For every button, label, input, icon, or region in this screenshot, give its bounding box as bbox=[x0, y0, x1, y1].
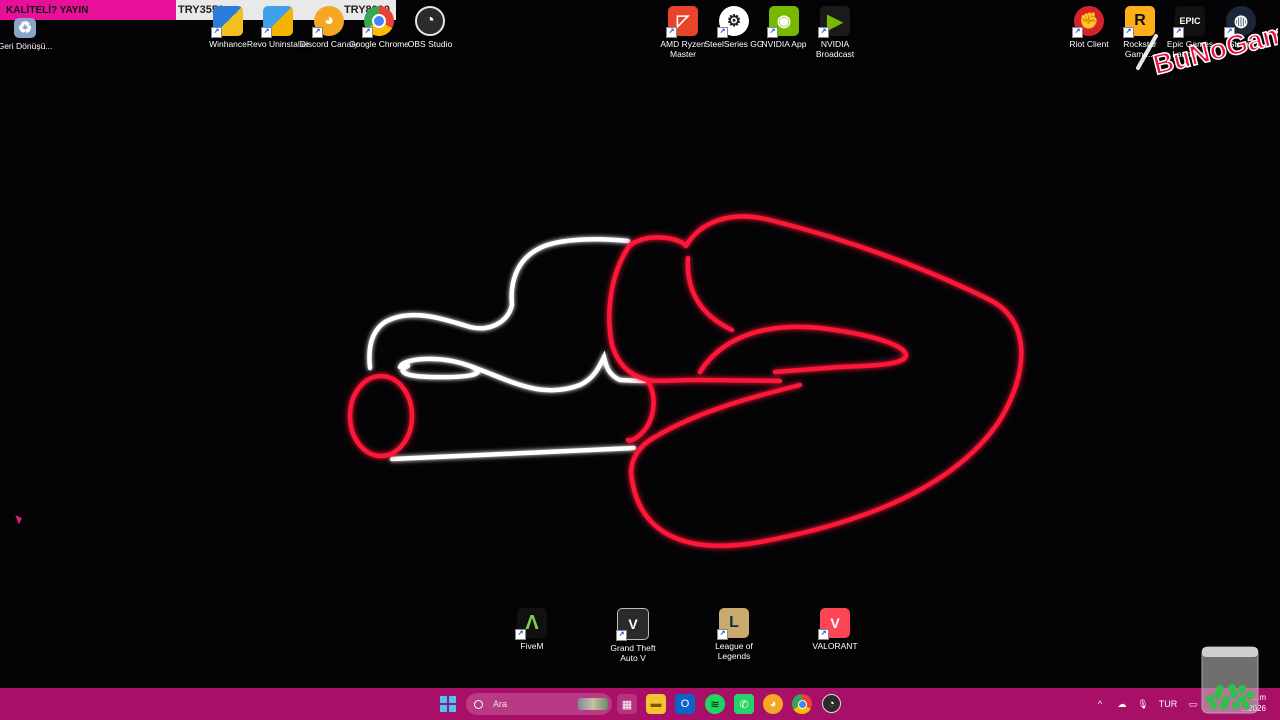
valorant-icon: V ↗ bbox=[818, 608, 850, 640]
desktop-icon-label: Geri Dönüşü... bbox=[0, 41, 53, 51]
tray-overflow-chevron-icon[interactable]: ^ bbox=[1094, 688, 1106, 720]
desktop-icon-label: NVIDIA App bbox=[761, 39, 807, 49]
amd-ryzen-master-icon: ◸ ↗ bbox=[666, 6, 698, 38]
red-neon-lines bbox=[347, 214, 1024, 548]
riot-client-icon: ✊ ↗ bbox=[1072, 6, 1104, 38]
discord-icon[interactable]: ◕ bbox=[763, 694, 783, 714]
desktop[interactable]: KALİTELİ? YAYIN TRY3550 TRY8000 ♻ Geri D… bbox=[0, 0, 1280, 688]
taskbar-search-box[interactable]: Ara bbox=[466, 693, 612, 715]
discord-canary-icon: ◕ ↗ bbox=[312, 6, 344, 38]
desktop-icon-label: OBS Studio bbox=[407, 39, 453, 49]
taskbar: Ara ▦ ▬ O ≋ ✆ ◕ ◔ ^ ☁ 🎙 TUR ▭ ...m ...20… bbox=[0, 688, 1280, 720]
nvidia-app-icon: ◉ ↗ bbox=[767, 6, 799, 38]
folder-icon[interactable]: ▬ bbox=[646, 694, 666, 714]
task-view-icon[interactable]: ▦ bbox=[617, 694, 637, 714]
nvidia-broadcast-icon: ▶ ↗ bbox=[818, 6, 850, 38]
league-of-legends-icon: L ↗ bbox=[717, 608, 749, 640]
spotify-icon[interactable]: ≋ bbox=[705, 694, 725, 714]
language-indicator[interactable]: TUR bbox=[1156, 688, 1180, 720]
desktop-icon-fivem[interactable]: Λ ↗ FiveM bbox=[500, 608, 564, 651]
donation-label: KALİTELİ? YAYIN bbox=[6, 4, 89, 16]
desktop-icon-label: Grand Theft Auto V bbox=[610, 643, 656, 663]
windows-start-icon[interactable] bbox=[438, 694, 458, 714]
desktop-icon-valorant[interactable]: V ↗ VALORANT bbox=[803, 608, 867, 651]
obs-icon: ◔ bbox=[415, 6, 445, 36]
watermark-text: BuNoGam bbox=[1150, 17, 1278, 76]
recycle-bin-icon: ♻ bbox=[14, 18, 36, 38]
revo-uninstaller-icon: ↗ bbox=[261, 6, 293, 38]
desktop-icon-label: Riot Client bbox=[1069, 39, 1109, 49]
desktop-icon-label: League of Legends bbox=[715, 641, 753, 661]
search-placeholder: Ara bbox=[493, 699, 508, 709]
chrome-taskbar-icon[interactable] bbox=[792, 694, 812, 714]
whatsapp-icon[interactable]: ✆ bbox=[734, 694, 754, 714]
desktop-icon-label: NVIDIA Broadcast bbox=[815, 39, 855, 59]
fivem-icon: Λ ↗ bbox=[515, 608, 547, 640]
obs-taskbar-icon[interactable]: ◔ bbox=[822, 694, 841, 713]
desktop-icon-label: FiveM bbox=[520, 641, 544, 651]
desktop-icon-label: Winhance bbox=[209, 39, 247, 49]
gta-v-icon: V ↗ bbox=[616, 608, 649, 641]
desktop-icon-gta-v[interactable]: V ↗ Grand Theft Auto V bbox=[601, 608, 665, 663]
winhance-icon: ↗ bbox=[211, 6, 243, 38]
neon-wallpaper bbox=[347, 214, 1024, 548]
search-icon bbox=[474, 699, 483, 709]
desktop-icon-obs-studio[interactable]: ◔ OBS Studio bbox=[398, 6, 462, 49]
desktop-icon-league-of-legends[interactable]: L ↗ League of Legends bbox=[702, 608, 766, 661]
desktop-icon-recycle-bin[interactable]: ♻ Geri Dönüşü... bbox=[0, 16, 57, 51]
onedrive-cloud-icon[interactable]: ☁ bbox=[1114, 688, 1130, 720]
webcam-jar-overlay bbox=[1201, 646, 1259, 714]
desktop-icon-label: VALORANT bbox=[812, 641, 858, 651]
steelseries-gg-icon: ⚙ ↗ bbox=[717, 6, 749, 38]
desktop-icon-nvidia-broadcast[interactable]: ▶ ↗ NVIDIA Broadcast bbox=[803, 6, 867, 59]
outlook-icon[interactable]: O bbox=[675, 694, 695, 714]
chrome-icon: ↗ bbox=[362, 6, 394, 38]
search-highlight-image bbox=[578, 698, 608, 710]
bunogam-watermark: BuNoGam bbox=[1136, 16, 1278, 76]
microphone-icon[interactable]: 🎙 bbox=[1136, 688, 1150, 720]
